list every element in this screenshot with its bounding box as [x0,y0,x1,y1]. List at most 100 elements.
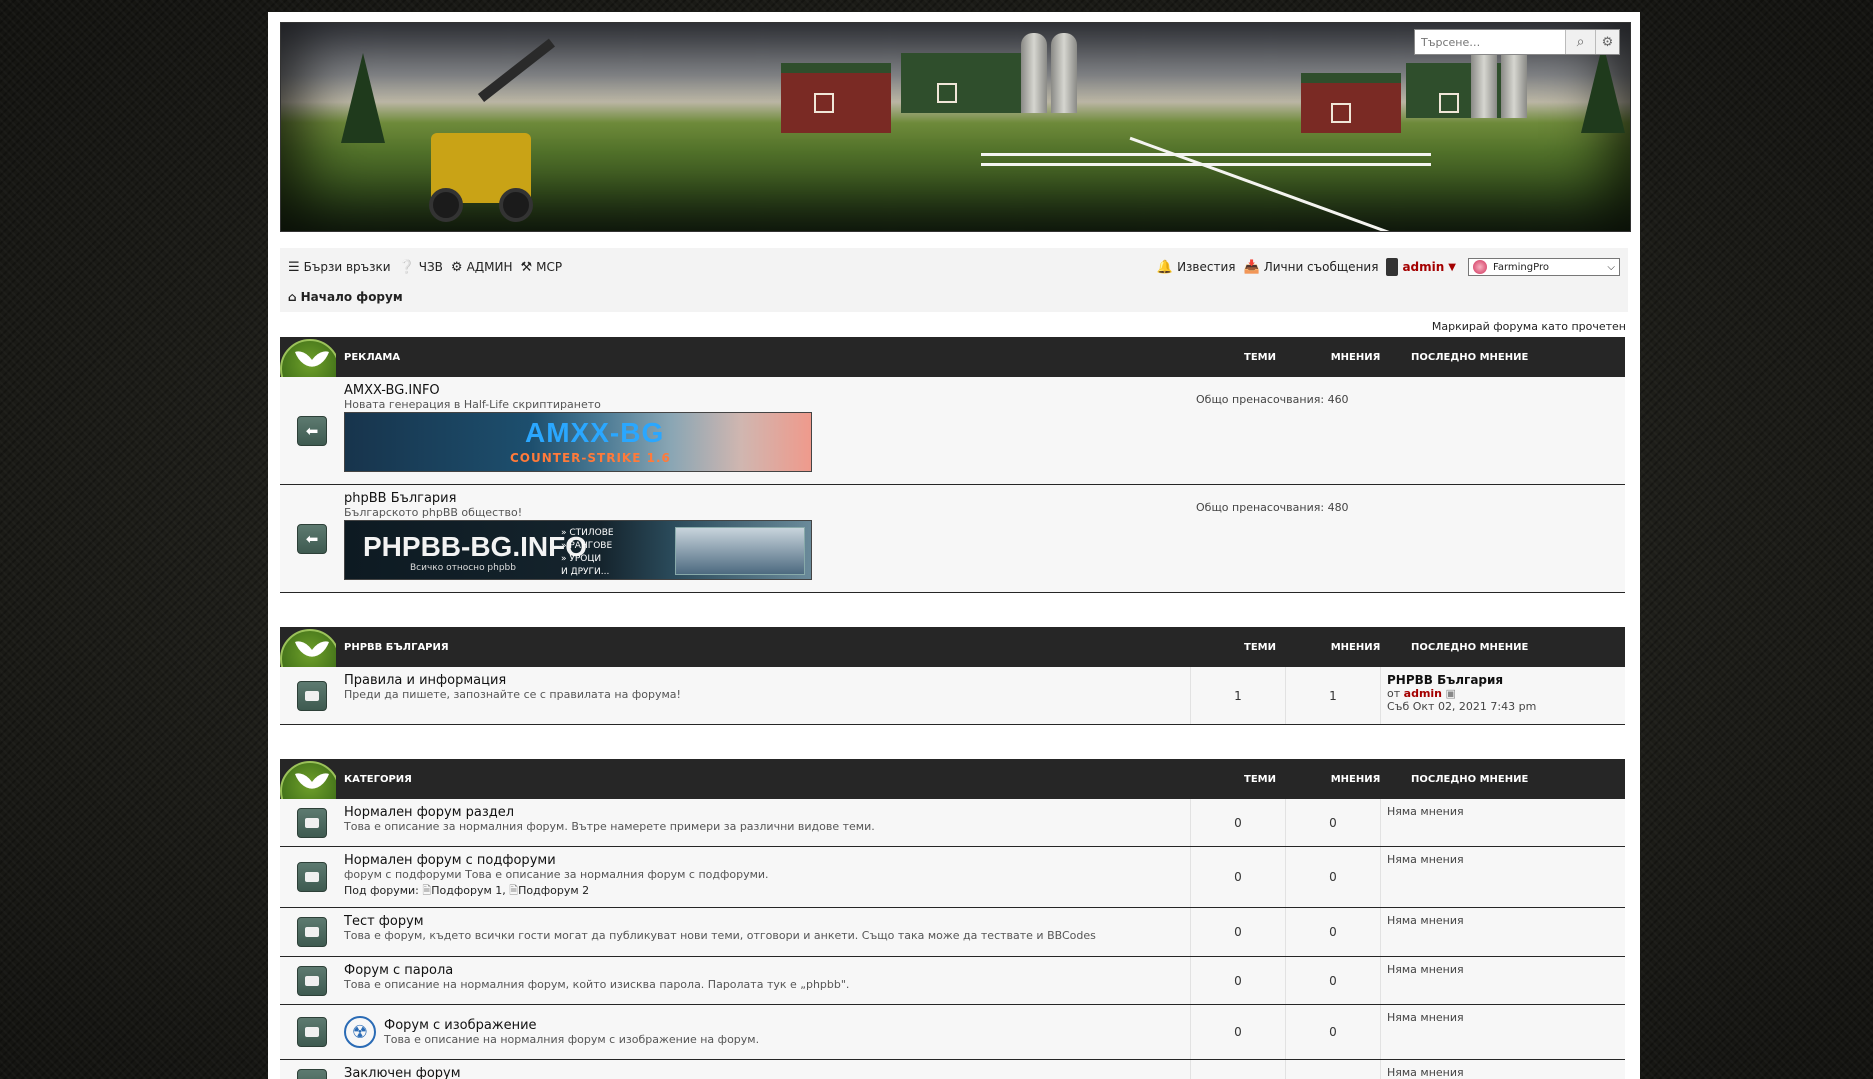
breadcrumb-home[interactable]: Начало форум [301,290,403,304]
mark-forums-read-link[interactable]: Маркирай форума като прочетен [280,320,1628,333]
forum-subforums-icon [297,862,327,892]
redirect-count: Общо пренасочвания: 460 [1196,393,1349,406]
last-post: Няма мнения [1380,957,1625,1004]
subforum-icon: 🗎 [422,884,432,897]
forum-main: Форум с парола Това е описание на нормал… [344,957,1190,1004]
forum-row: Форум с парола Това е описание на нормал… [280,957,1625,1005]
category-block: РЕКЛАМА ТЕМИ МНЕНИЯ ПОСЛЕДНО МНЕНИЕ ⬅ AM… [280,337,1625,593]
col-last-post: ПОСЛЕДНО МНЕНИЕ [1411,641,1529,653]
style-select-value: FarmingPro [1493,261,1549,273]
search-button[interactable]: ⌕ [1565,30,1595,54]
forum-title[interactable]: Форум с парола [344,963,1190,978]
fence-graphic [981,153,1431,156]
page-wrapper: ⌕ ⚙ ☰Бързи връзки ❔ЧЗВ ⚙АДМИН ⚒МСР 🔔Изве… [268,12,1640,1079]
header-banner[interactable]: ⌕ ⚙ [280,22,1631,232]
user-menu[interactable]: admin ▼ [1386,258,1456,276]
forum-icon-col: ⬅ [280,485,344,592]
topics-count: 0 [1190,957,1285,1004]
amxx-banner-image[interactable]: AMXX-BG COUNTER-STRIKE 1.6 [344,412,812,472]
banner-list-item: » СТИЛОВЕ [561,528,614,538]
subforums: Под форуми: 🗎Подфорум 1, 🗎Подфорум 2 [344,884,590,897]
banner-subtitle: COUNTER-STRIKE 1.6 [510,451,671,465]
forum-locked-icon [297,1069,327,1079]
col-last-post: ПОСЛЕДНО МНЕНИЕ [1411,773,1529,785]
posts-count: 0 [1285,908,1380,956]
forum-title[interactable]: Нормален форум с подфоруми [344,853,1190,868]
last-post: Няма мнения [1380,847,1625,907]
category-title[interactable]: РЕКЛАМА [336,352,1212,363]
subforum-link[interactable]: Подфорум 1 [431,884,502,897]
mcp-link[interactable]: ⚒ МСР [521,260,563,275]
category-block: PHPBB БЪЛГАРИЯ ТЕМИ МНЕНИЯ ПОСЛЕДНО МНЕН… [280,627,1625,725]
style-icon [1473,260,1487,274]
forum-title[interactable]: Заключен форум [344,1066,1190,1079]
topics-count: 1 [1190,667,1285,724]
forum-main: Нормален форум раздел Това е описание за… [344,799,1190,846]
last-post: Няма мнения [1380,799,1625,846]
view-post-icon[interactable]: ▣ [1446,687,1456,700]
acp-link[interactable]: ⚙ АДМИН [451,260,513,275]
forum-desc: Новата генерация в Half-Life скриптиране… [344,398,601,411]
forum-title[interactable]: phpBB България [344,491,1190,506]
redirect-icon: ⬅ [297,523,327,554]
posts-count: 0 [1285,799,1380,846]
hamburger-icon: ☰ [288,259,300,275]
category-title[interactable]: PHPBB БЪЛГАРИЯ [336,642,1212,653]
phpbb-banner-image[interactable]: PHPBB-BG.INFO Всичко относно phpbb » СТИ… [344,520,812,580]
inbox-icon: 📥 [1243,259,1260,275]
search-icon: ⌕ [1576,34,1585,50]
private-messages-link[interactable]: 📥 Лични съобщения [1244,260,1379,275]
forum-icon-col: ⬅ [280,377,344,484]
barn-graphic [901,53,1021,113]
leaf-icon [280,627,336,667]
posts-count: 0 [1285,1005,1380,1059]
advanced-search-button[interactable]: ⚙ [1595,30,1619,54]
forum-desc: Преди да пишете, запознайте се с правила… [344,688,681,701]
forum-read-icon [297,917,327,947]
search-input[interactable] [1415,30,1565,54]
forum-title[interactable]: Тест форум [344,914,1190,929]
last-post: Няма мнения [1380,1005,1625,1059]
forum-main: AMXX-BG.INFO Новата генерация в Half-Lif… [344,377,1190,484]
banner-list-item: » РАНГОВЕ [561,541,613,551]
notifications-link[interactable]: 🔔 Известия [1157,260,1236,275]
col-topics: ТЕМИ [1244,773,1276,785]
banner-subtitle: Всичко относно phpbb [410,563,516,573]
subforum-link[interactable]: Подфорум 2 [518,884,589,897]
tree-graphic [1581,43,1625,133]
category-header: КАТЕГОРИЯ ТЕМИ МНЕНИЯ ПОСЛЕДНО МНЕНИЕ [280,759,1625,799]
banner-screenshot [675,527,805,575]
faq-link[interactable]: ❔ ЧЗВ [399,260,443,275]
banner-list: » СТИЛОВЕ » РАНГОВЕ » УРОЦИ И ДРУГИ... [561,527,614,579]
forum-desc: Това е форум, където всички гости могат … [344,929,1096,942]
forum-title[interactable]: AMXX-BG.INFO [344,383,1190,398]
subforum-icon: 🗎 [509,884,519,897]
style-select[interactable]: FarmingPro ⌵ [1468,258,1620,276]
col-topics: ТЕМИ [1244,641,1276,653]
forum-title[interactable]: Правила и информация [344,673,1190,688]
posts-count: 0 [1285,1060,1380,1079]
forum-icon-col [280,1060,344,1079]
nav-row: ☰ Бързи връзки ❔ ЧЗВ ⚙ АДМИН ⚒ МСР 🔔 Известия… [288,254,1620,280]
redirect-count: Общо пренасочвания: 480 [1196,501,1349,514]
forum-icon-col [280,957,344,1004]
quick-links-menu[interactable]: ☰ Бързи връзки [288,260,391,275]
last-post-date: Съб Окт 02, 2021 7:43 pm [1387,700,1537,713]
barn-graphic [1301,73,1401,133]
mark-read-label: Маркирай форума като прочетен [1431,320,1626,333]
forum-icon-col [280,799,344,846]
posts-count: 1 [1285,667,1380,724]
topics-count: 0 [1190,847,1285,907]
category-title[interactable]: КАТЕГОРИЯ [336,774,1212,785]
last-post-title[interactable]: PHPBB България [1387,673,1619,687]
last-post-user[interactable]: admin [1404,687,1442,700]
last-post: Няма мнения [1380,1060,1625,1079]
forum-title[interactable]: Нормален форум раздел [344,805,1190,820]
search-box: ⌕ ⚙ [1414,29,1620,55]
banner-list-item: И ДРУГИ... [561,567,610,577]
home-icon: ⌂ [288,290,297,304]
forum-title[interactable]: Форум с изображение [384,1018,759,1033]
forum-row: Заключен форум 0 0 Няма мнения [280,1060,1625,1079]
